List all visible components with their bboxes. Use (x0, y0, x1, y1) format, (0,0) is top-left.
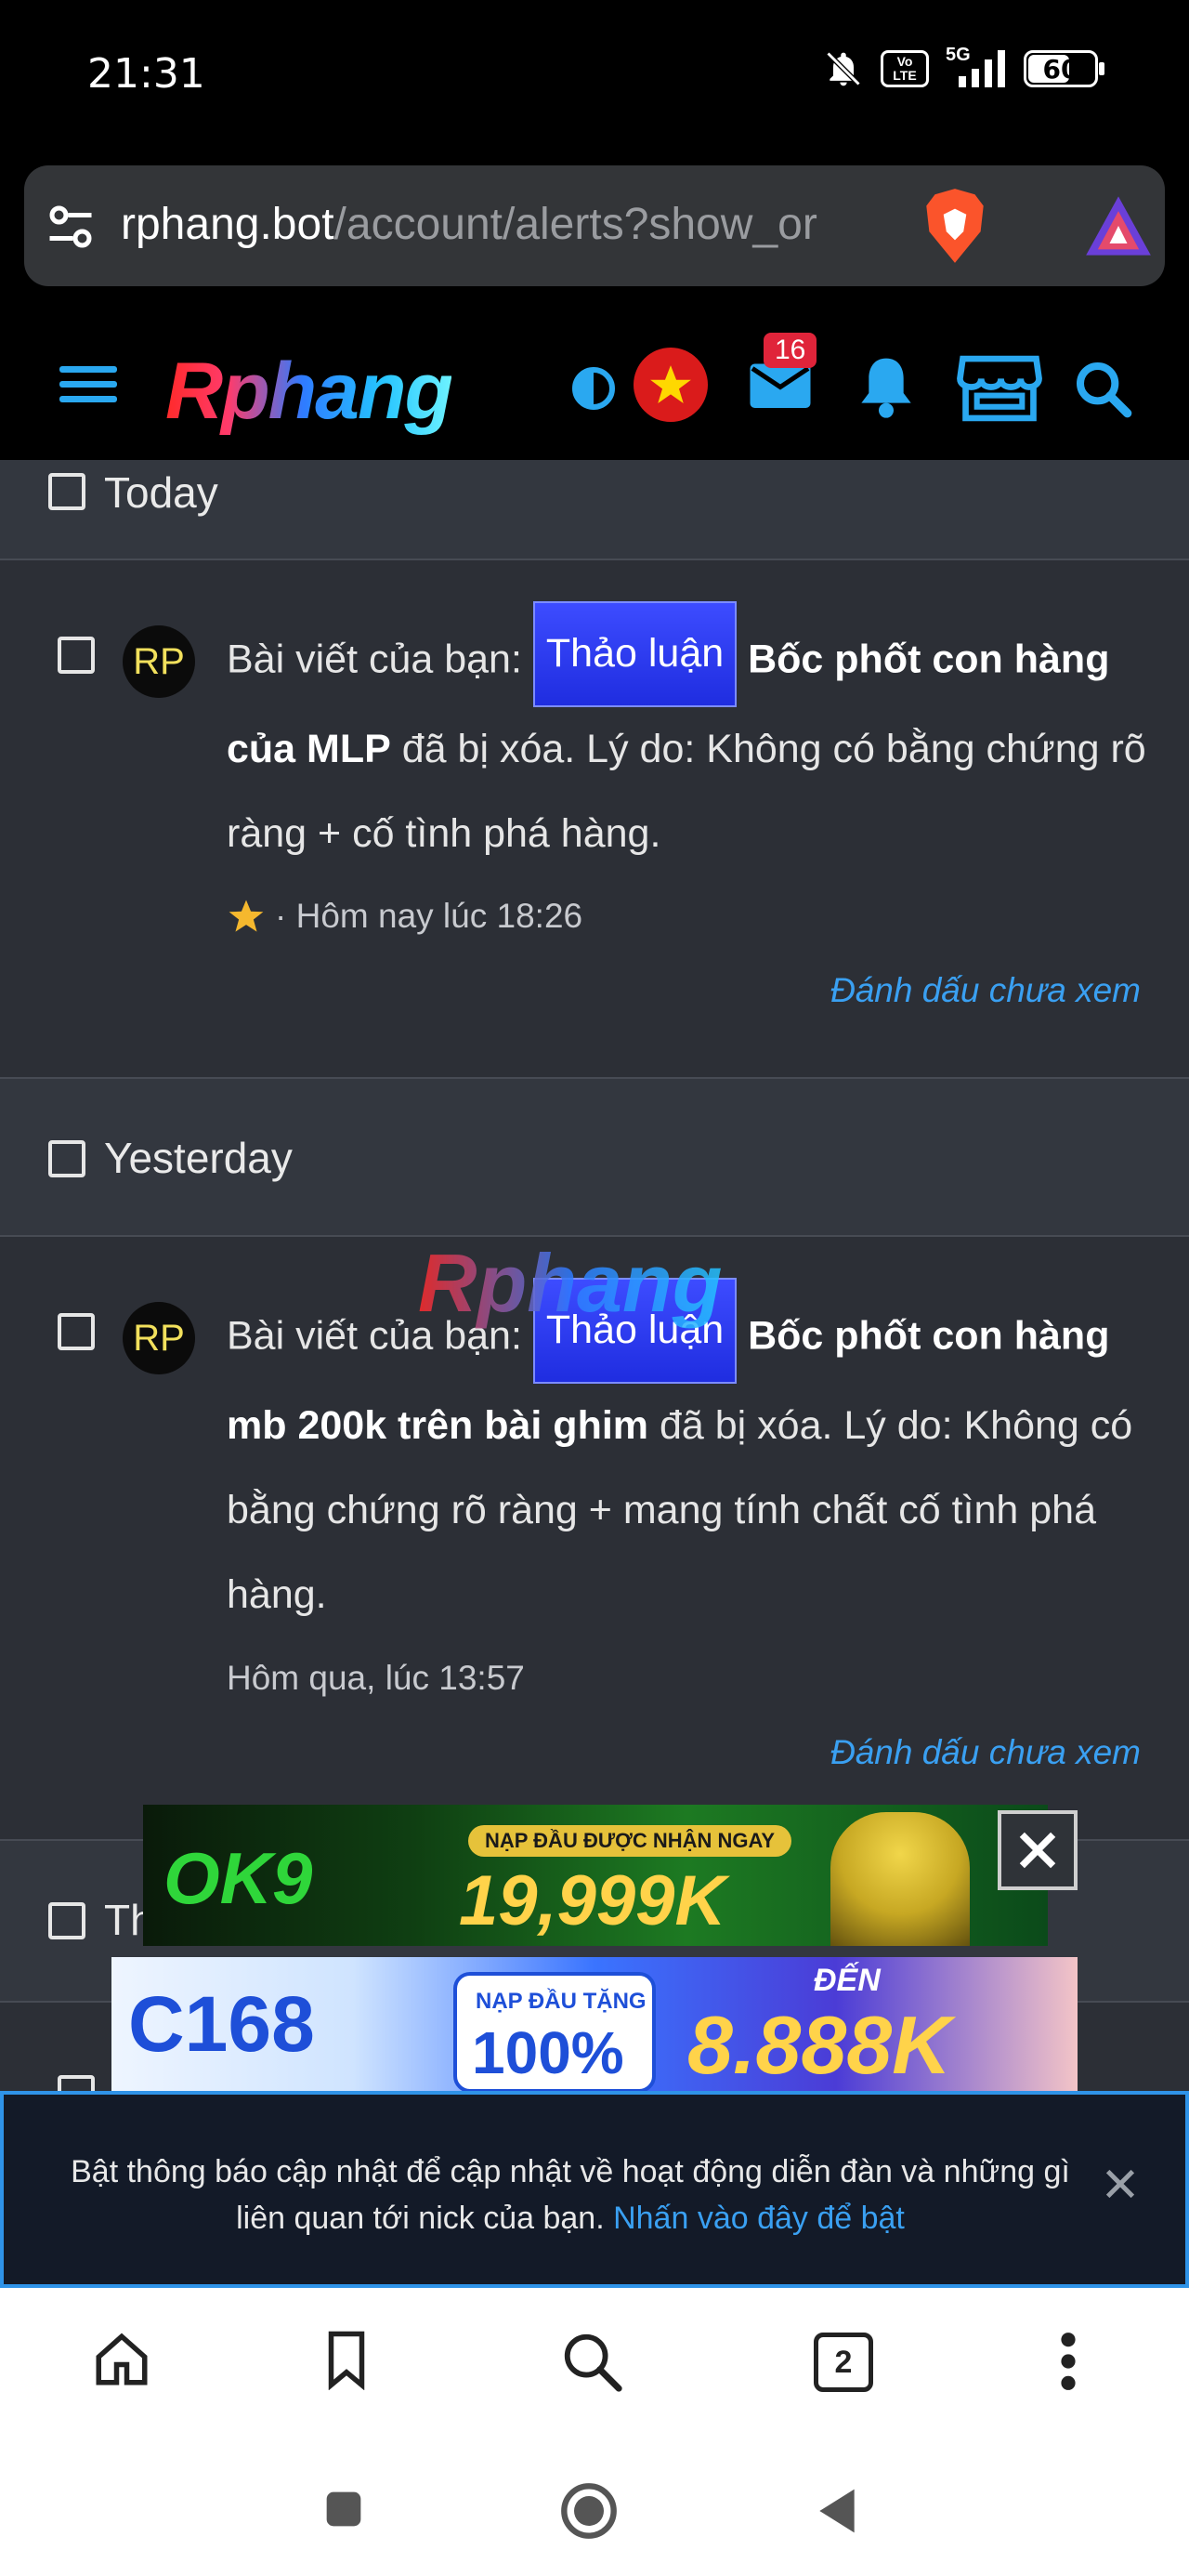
alert-checkbox[interactable] (58, 637, 95, 674)
search-icon[interactable] (1073, 359, 1132, 418)
group-checkbox[interactable] (48, 1140, 85, 1177)
brave-rewards-icon[interactable] (1083, 193, 1154, 258)
theme-toggle-icon[interactable] (571, 366, 616, 411)
ad-offer-box: NẠP ĐẦU TẶNG 100% (453, 1972, 656, 2091)
close-icon[interactable] (1102, 2165, 1139, 2202)
ad-close-button[interactable] (998, 1810, 1078, 1890)
ad-den: ĐẾN (814, 1963, 881, 1998)
alert-lead-text: Bài viết của bạn: (227, 637, 522, 682)
store-icon[interactable] (957, 353, 1042, 424)
alerts-bell-icon[interactable] (856, 353, 916, 418)
browser-toolbar: 2 (0, 2288, 1189, 2444)
group-checkbox[interactable] (48, 473, 85, 510)
ad-brand: OK9 (163, 1837, 313, 1919)
enable-push-link[interactable]: Nhấn vào đây để bật (613, 2201, 905, 2236)
system-navigation-bar (0, 2444, 1189, 2576)
group-checkbox[interactable] (48, 1902, 85, 1939)
volte-icon: Vo LTE (881, 50, 929, 87)
inbox-badge: 16 (764, 333, 817, 368)
push-text: Bật thông báo cập nhật để cập nhật về ho… (50, 2149, 1091, 2241)
mark-unread-link[interactable]: Đánh dấu chưa xem (830, 1733, 1141, 1772)
ad-banner-ok9[interactable]: OK9 NẠP ĐẦU ĐƯỢC NHẬN NGAY 19,999K (143, 1805, 1048, 1946)
recents-icon[interactable] (323, 2489, 364, 2530)
alert-time: · Hôm nay lúc 18:26 (275, 897, 583, 935)
url-path: /account/alerts?show_or (333, 200, 817, 249)
star-icon (229, 900, 264, 932)
brave-shields-icon[interactable] (920, 186, 990, 266)
search-icon[interactable] (559, 2329, 624, 2394)
alert-checkbox[interactable] (58, 2075, 95, 2091)
signal-icon: 5G (946, 45, 1007, 89)
alert-text[interactable]: Bài viết của bạn: Thảo luận Bốc phốt con… (227, 601, 1146, 876)
close-icon (1019, 1832, 1056, 1869)
battery-level: 60 (1042, 53, 1079, 85)
more-options-icon[interactable] (1055, 2329, 1081, 2394)
notifications-muted-icon (826, 51, 861, 86)
group-label: Today (104, 468, 218, 517)
group-header-yesterday[interactable]: Yesterday (0, 1077, 1189, 1237)
ad-brand: C168 (128, 1980, 315, 2068)
tabs-button[interactable]: 2 (814, 2333, 873, 2392)
mark-unread-link[interactable]: Đánh dấu chưa xem (830, 971, 1141, 1010)
alert-checkbox[interactable] (58, 1313, 95, 1350)
menu-icon[interactable] (59, 362, 117, 407)
avatar[interactable]: RP (123, 625, 195, 698)
vietnam-flag-icon[interactable] (634, 348, 708, 422)
group-label: Yesterday (104, 1134, 293, 1182)
alert-meta: Hôm qua, lúc 13:57 (227, 1659, 525, 1698)
ad-amount: 8.888K (687, 1999, 951, 2091)
push-message: Bật thông báo cập nhật để cập nhật về ho… (71, 2154, 1070, 2236)
home-nav-icon[interactable] (559, 2481, 619, 2541)
alert-time: Hôm qua, lúc 13:57 (227, 1659, 525, 1697)
url-text[interactable]: rphang.bot/account/alerts?show_or (121, 199, 920, 250)
status-bar: 21:31 Vo LTE 5G 60 (0, 0, 1189, 153)
group-header-today[interactable]: Today (0, 460, 1189, 560)
ad-subtitle: NẠP ĐẦU ĐƯỢC NHẬN NGAY (468, 1825, 792, 1857)
address-bar[interactable]: rphang.bot/account/alerts?show_or (24, 165, 1165, 286)
alert-text[interactable]: Bài viết của bạn: Thảo luận Bốc phốt con… (227, 1278, 1146, 1637)
alert-meta: · Hôm nay lúc 18:26 (227, 897, 582, 936)
ad-amount: 19,999K (459, 1861, 726, 1940)
bookmark-icon[interactable] (316, 2329, 377, 2390)
thread-prefix[interactable]: Thảo luận (532, 601, 738, 707)
push-notification-banner: Bật thông báo cập nhật để cập nhật về ho… (0, 2091, 1189, 2288)
status-icons: Vo LTE 5G 60 (823, 45, 1104, 89)
ad-banner-c168[interactable]: C168 NẠP ĐẦU TẶNG 100% ĐẾN 8.888K (111, 1957, 1078, 2091)
site-logo[interactable]: Rphang (165, 346, 453, 438)
ad-offer-label: NẠP ĐẦU TẶNG (476, 1989, 647, 2014)
ad-player-image (830, 1812, 970, 1946)
battery-icon: 60 (1024, 50, 1104, 87)
avatar[interactable]: RP (123, 1302, 195, 1374)
status-time: 21:31 (87, 50, 205, 98)
home-icon[interactable] (91, 2329, 152, 2390)
watermark-logo: Rphang (418, 1237, 723, 1329)
site-settings-icon[interactable] (43, 199, 98, 255)
back-icon[interactable] (814, 2485, 860, 2537)
url-host: rphang.bot (121, 200, 334, 249)
forum-header: Rphang 16 (0, 307, 1189, 460)
ad-offer-value: 100% (472, 2019, 624, 2086)
